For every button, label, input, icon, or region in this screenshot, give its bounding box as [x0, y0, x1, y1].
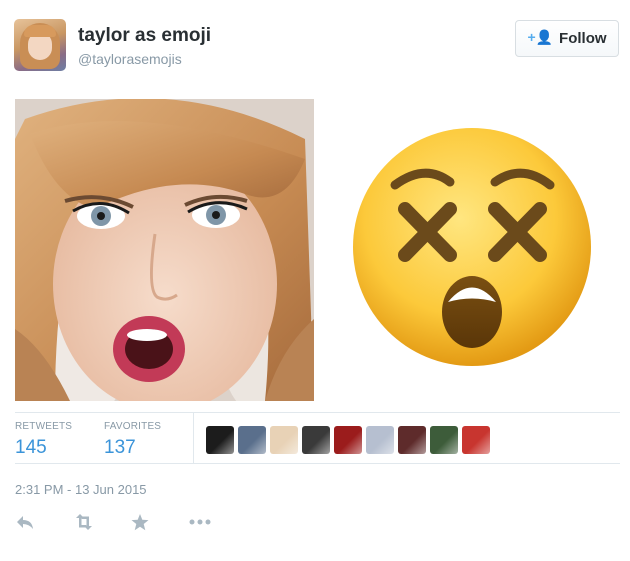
favoriter-avatar-8[interactable] — [430, 426, 458, 454]
divider-bottom — [15, 463, 620, 464]
favoriter-avatar-7[interactable] — [398, 426, 426, 454]
action-bar — [15, 512, 247, 532]
selfie-photo[interactable] — [15, 99, 314, 401]
favoriter-avatar-2[interactable] — [238, 426, 266, 454]
favorite-button[interactable] — [131, 512, 189, 532]
favoriter-avatar-4[interactable] — [302, 426, 330, 454]
user-handle[interactable]: @taylorasemojis — [78, 51, 182, 67]
favorite-icon — [131, 513, 149, 530]
follow-button[interactable]: +👤 Follow — [515, 20, 619, 57]
favoriter-avatar-3[interactable] — [270, 426, 298, 454]
divider-top — [15, 412, 620, 413]
stats-divider — [193, 413, 194, 463]
reply-icon — [17, 516, 33, 529]
retweets-count[interactable]: 145 — [15, 437, 47, 459]
display-name[interactable]: taylor as emoji — [78, 25, 211, 47]
dizzy-face-emoji[interactable] — [350, 125, 595, 370]
retweet-button[interactable] — [73, 512, 131, 532]
add-user-icon: +👤 — [527, 29, 554, 45]
retweet-icon — [76, 514, 92, 530]
profile-avatar[interactable] — [14, 19, 66, 71]
more-icon — [189, 519, 211, 525]
favorites-count[interactable]: 137 — [104, 437, 136, 459]
favoriter-avatar-6[interactable] — [366, 426, 394, 454]
retweets-label: RETWEETS — [15, 421, 73, 432]
favorites-label: FAVORITES — [104, 421, 162, 432]
follow-label: Follow — [559, 30, 607, 47]
tweet-timestamp[interactable]: 2:31 PM - 13 Jun 2015 — [15, 482, 147, 497]
more-button[interactable] — [189, 512, 247, 532]
favoriter-avatar-9[interactable] — [462, 426, 490, 454]
favoriter-avatar-1[interactable] — [206, 426, 234, 454]
reply-button[interactable] — [15, 512, 73, 532]
favoriter-avatar-5[interactable] — [334, 426, 362, 454]
favoriters-list — [206, 426, 490, 454]
